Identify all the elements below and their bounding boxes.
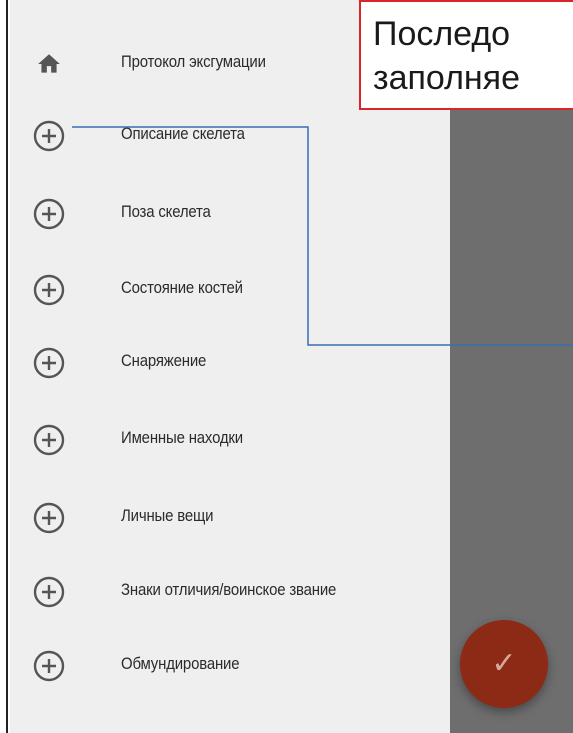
menu-item-skeleton-description[interactable]: Описание скелета (10, 104, 450, 164)
menu-item-label: Личные вещи (121, 506, 214, 525)
menu-item-label: Протокол эксгумации (121, 52, 266, 71)
add-circle-icon (32, 273, 66, 307)
menu-item-label: Поза скелета (121, 202, 211, 221)
add-circle-icon (32, 197, 66, 231)
callout-text-line-2: заполняе (373, 59, 521, 97)
add-circle-icon (32, 346, 66, 380)
add-circle-icon (32, 649, 66, 683)
menu-item-skeleton-pose[interactable]: Поза скелета (10, 182, 450, 242)
window-left-border (0, 0, 8, 733)
menu-item-insignia-rank[interactable]: Знаки отличия/воинское звание (10, 560, 450, 620)
check-icon: ✓ (491, 646, 517, 681)
menu-item-label: Описание скелета (121, 124, 245, 143)
callout-text-line-1: Последо (373, 15, 511, 53)
add-circle-icon (32, 575, 66, 609)
confirm-fab-button[interactable]: ✓ (460, 620, 548, 708)
annotation-callout: Последо заполняе (359, 0, 573, 110)
add-circle-icon (32, 501, 66, 535)
menu-item-bone-condition[interactable]: Состояние костей (10, 258, 450, 318)
menu-item-label: Снаряжение (121, 351, 207, 370)
menu-item-label: Именные находки (121, 428, 243, 447)
menu-item-uniform[interactable]: Обмундирование (10, 634, 450, 694)
menu-item-personal-items[interactable]: Личные вещи (10, 486, 450, 546)
add-circle-icon (32, 119, 66, 153)
menu-item-label: Состояние костей (121, 278, 243, 297)
home-icon (32, 47, 66, 81)
menu-item-equipment[interactable]: Снаряжение (10, 331, 450, 391)
menu-item-named-finds[interactable]: Именные находки (10, 408, 450, 468)
add-circle-icon (32, 423, 66, 457)
menu-item-label: Знаки отличия/воинское звание (121, 580, 337, 599)
menu-item-label: Обмундирование (121, 654, 240, 673)
